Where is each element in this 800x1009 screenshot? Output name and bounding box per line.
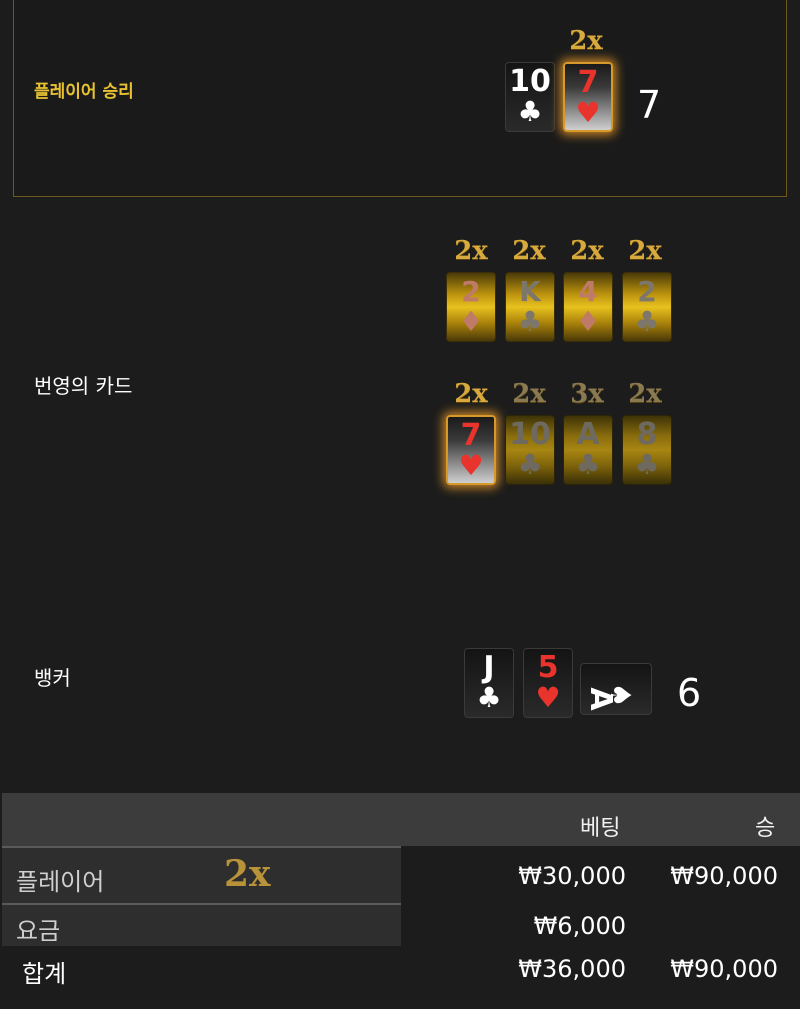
card-rank: 5: [537, 650, 559, 685]
row-label-cell: [2, 905, 401, 946]
card-rank: J: [483, 650, 495, 685]
club-icon: ♣: [575, 448, 601, 481]
bet-table-header: [2, 793, 800, 846]
lightning-card: 4 ♦: [563, 272, 613, 342]
spade-icon: ♠: [604, 682, 637, 708]
player-card-1: 10 ♣: [505, 62, 555, 132]
banker-card-3: A ♠: [580, 663, 652, 715]
club-icon: ♣: [517, 448, 543, 481]
bet-row-player-label: 플레이어: [16, 868, 105, 896]
diamond-icon: ♦: [458, 305, 484, 338]
lightning-card: 10 ♣: [505, 415, 555, 485]
bet-row-fee-bet: ₩6,000: [533, 912, 626, 940]
lightning-card: 8 ♣: [622, 415, 672, 485]
lightning-multiplier: 2x: [454, 236, 488, 266]
bet-row-total-label: 합계: [22, 960, 67, 988]
lightning-multiplier: 2x: [512, 379, 546, 409]
lightning-multiplier: 2x: [570, 236, 604, 266]
bet-row-player-bet: ₩30,000: [518, 862, 626, 890]
club-icon: ♣: [634, 305, 660, 338]
player-card-2: 7 ♥: [563, 62, 613, 132]
lightning-multiplier: 2x: [628, 379, 662, 409]
card-rank: 4: [578, 275, 598, 308]
club-icon: ♣: [517, 95, 543, 128]
card-rank: 7: [577, 65, 599, 100]
player-score: 7: [637, 83, 662, 127]
card-rank: K: [519, 275, 541, 308]
card-rank: 2: [461, 275, 481, 308]
bet-column-header: 베팅: [580, 816, 621, 841]
club-icon: ♣: [476, 681, 502, 714]
lightning-card: K ♣: [505, 272, 555, 342]
banker-score: 6: [677, 671, 702, 715]
lightning-multiplier: 2x: [628, 236, 662, 266]
lightning-card-matched: 7 ♥: [446, 415, 496, 485]
card-rank: A: [576, 417, 600, 452]
heart-icon: ♥: [535, 681, 561, 714]
card-rank: 10: [509, 64, 551, 99]
player-win-label: 플레이어 승리: [34, 82, 134, 102]
club-icon: ♣: [634, 448, 660, 481]
heart-icon: ♥: [575, 96, 601, 129]
card-rank: 10: [509, 417, 551, 452]
lightning-card: 2 ♦: [446, 272, 496, 342]
lightning-cards-label: 번영의 카드: [34, 374, 133, 398]
banker-label: 뱅커: [34, 666, 71, 690]
banker-card-2: 5 ♥: [523, 648, 573, 718]
row-divider: [2, 846, 401, 848]
lightning-card: 2 ♣: [622, 272, 672, 342]
heart-icon: ♥: [458, 449, 484, 482]
bet-row-player-multiplier: 2x: [224, 853, 271, 895]
card-rank: 7: [460, 418, 482, 453]
lightning-multiplier: 2x: [512, 236, 546, 266]
card-rank: 8: [636, 417, 658, 452]
card-rank: 2: [637, 275, 657, 308]
bet-row-total-win: ₩90,000: [670, 955, 778, 983]
banker-card-1: J ♣: [464, 648, 514, 718]
player-multiplier: 2x: [569, 26, 603, 56]
club-icon: ♣: [517, 305, 543, 338]
lightning-multiplier: 3x: [570, 379, 604, 409]
bet-row-fee-label: 요금: [16, 917, 61, 945]
bet-row-player-win: ₩90,000: [670, 862, 778, 890]
win-column-header: 승: [755, 816, 776, 841]
diamond-icon: ♦: [575, 305, 601, 338]
lightning-card: A ♣: [563, 415, 613, 485]
bet-row-total-bet: ₩36,000: [518, 955, 626, 983]
lightning-multiplier: 2x: [454, 379, 488, 409]
